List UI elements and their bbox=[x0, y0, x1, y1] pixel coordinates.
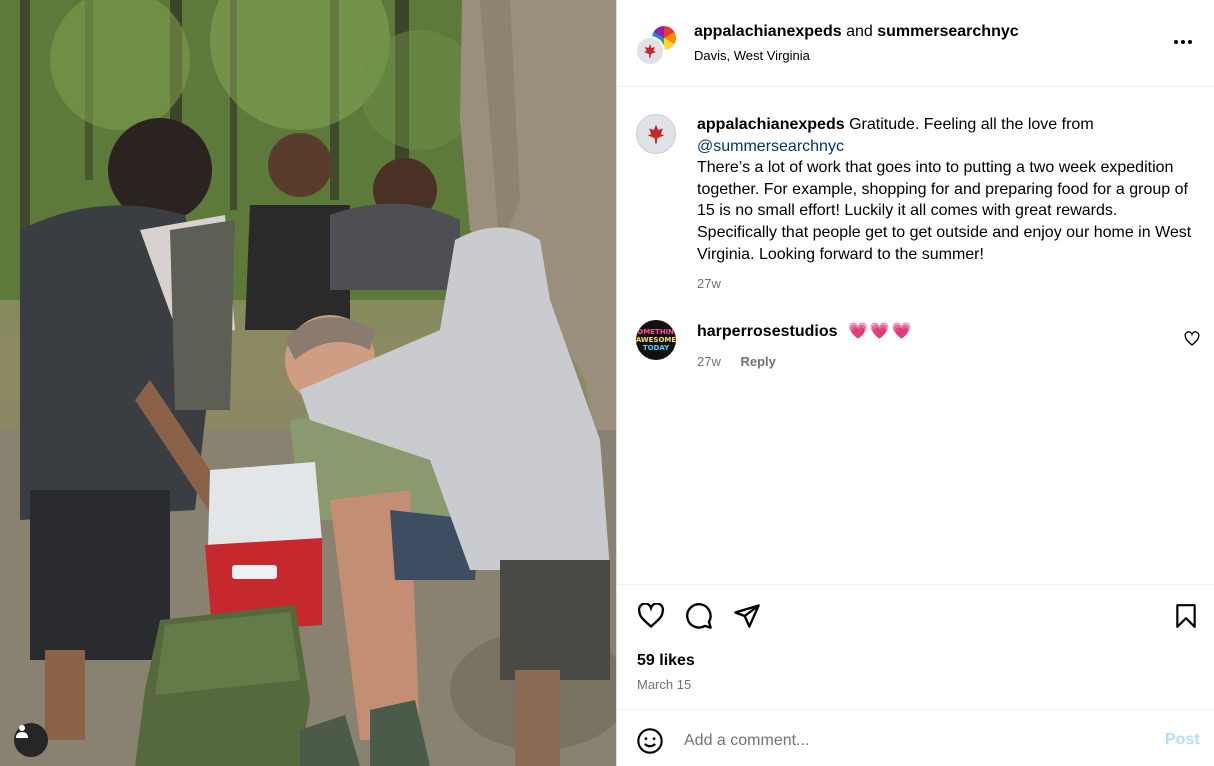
appalachianexpeds-avatar[interactable] bbox=[635, 36, 665, 66]
emoji-smiley-icon[interactable] bbox=[636, 727, 664, 755]
post-authors: appalachianexpeds and summersearchnyc bbox=[694, 23, 1019, 41]
comment-timestamp[interactable]: 27w bbox=[697, 354, 721, 369]
caption-mention-link[interactable]: @summersearchnyc bbox=[697, 138, 844, 155]
photo-illustration bbox=[0, 0, 616, 766]
more-options-button[interactable] bbox=[1171, 30, 1195, 54]
avatar-text-line: SOMETHING bbox=[636, 328, 676, 336]
avatar-text-line: AWESOME bbox=[636, 336, 676, 344]
comment-like-heart-icon[interactable] bbox=[1184, 331, 1200, 347]
save-button[interactable] bbox=[1171, 601, 1201, 631]
post-date[interactable]: March 15 bbox=[637, 677, 691, 692]
comment-input[interactable] bbox=[684, 728, 1124, 754]
comment-text: 💗💗💗 bbox=[847, 323, 914, 340]
caption-intro: Gratitude. Feeling all the love from bbox=[849, 116, 1094, 133]
add-comment-bar: Post bbox=[617, 709, 1214, 766]
post-location[interactable]: Davis, West Virginia bbox=[694, 48, 810, 63]
likes-count[interactable]: 59 likes bbox=[637, 652, 695, 670]
like-button[interactable] bbox=[636, 601, 666, 631]
maple-leaf-icon bbox=[644, 44, 656, 58]
comment-meta: 27w Reply bbox=[697, 354, 776, 369]
avatar-text-line: TODAY bbox=[642, 344, 670, 352]
comment-button[interactable] bbox=[684, 601, 714, 631]
caption-timestamp[interactable]: 27w bbox=[697, 276, 721, 291]
post-header: appalachianexpeds and summersearchnyc Da… bbox=[617, 0, 1214, 87]
heart-icon bbox=[637, 603, 665, 629]
post-actions: 59 likes March 15 bbox=[617, 584, 1214, 709]
more-horizontal-icon bbox=[1174, 40, 1192, 44]
share-button[interactable] bbox=[732, 601, 762, 631]
post-caption: appalachianexpeds Gratitude. Feeling all… bbox=[697, 114, 1197, 265]
caption-username[interactable]: appalachianexpeds bbox=[697, 116, 845, 133]
send-paper-plane-icon bbox=[734, 604, 760, 628]
tagged-people-button[interactable] bbox=[14, 723, 48, 757]
reply-button[interactable]: Reply bbox=[740, 354, 775, 369]
comments-section: appalachianexpeds Gratitude. Feeling all… bbox=[617, 88, 1214, 583]
commenter-avatar[interactable]: SOMETHING AWESOME TODAY bbox=[636, 320, 676, 360]
caption-author-avatar[interactable] bbox=[636, 114, 676, 154]
person-tag-icon bbox=[16, 725, 28, 738]
comment-username[interactable]: harperrosestudios bbox=[697, 323, 837, 340]
caption-body: There’s a lot of work that goes into to … bbox=[697, 159, 1192, 263]
post-comment-button[interactable]: Post bbox=[1165, 731, 1200, 749]
maple-leaf-icon bbox=[647, 124, 665, 144]
authors-joiner: and bbox=[846, 23, 873, 40]
author-username[interactable]: appalachianexpeds bbox=[694, 23, 842, 40]
post-photo[interactable] bbox=[0, 0, 616, 766]
comment-row: harperrosestudios 💗💗💗 bbox=[697, 321, 914, 341]
collaborator-username[interactable]: summersearchnyc bbox=[877, 23, 1018, 40]
comment-bubble-icon bbox=[686, 603, 712, 629]
bookmark-icon bbox=[1176, 604, 1196, 628]
collab-avatars[interactable] bbox=[635, 24, 679, 66]
post-side-panel: appalachianexpeds and summersearchnyc Da… bbox=[616, 0, 1214, 766]
